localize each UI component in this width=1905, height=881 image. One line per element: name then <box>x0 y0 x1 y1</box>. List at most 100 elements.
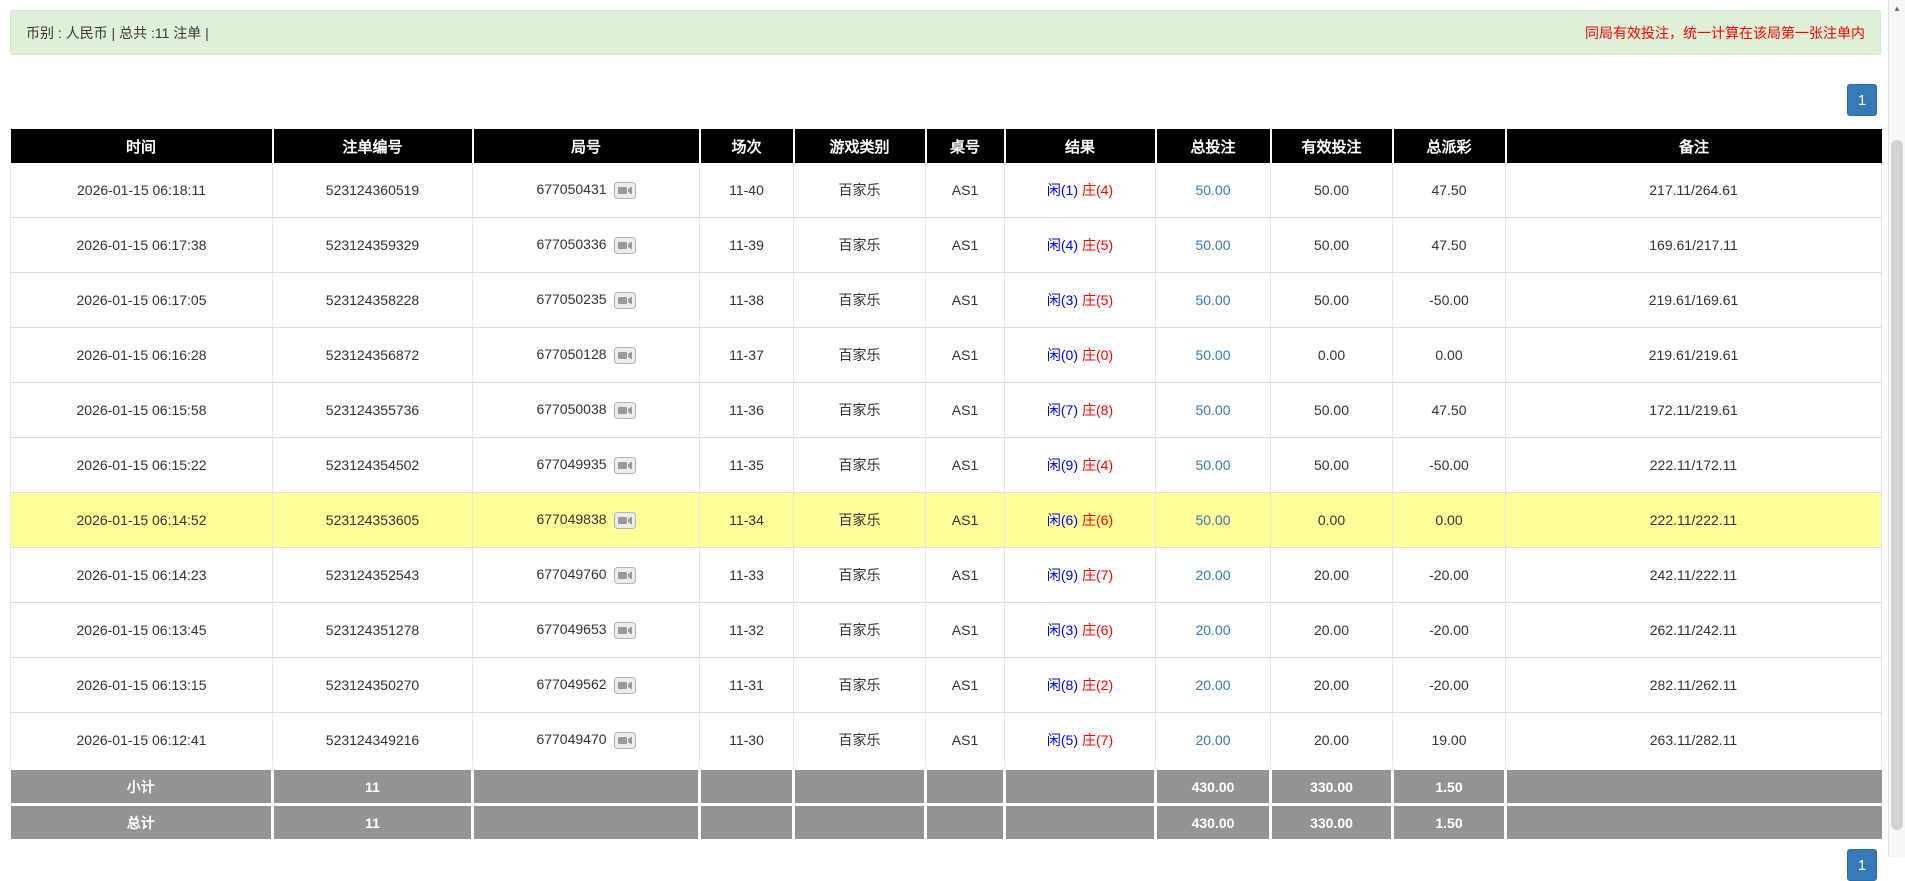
cell-game-type: 百家乐 <box>793 547 926 603</box>
total-bet-link[interactable]: 20.00 <box>1195 732 1230 748</box>
total-bet-link[interactable]: 50.00 <box>1195 292 1230 308</box>
round-number-text: 677049935 <box>536 456 607 473</box>
cell-remark: 263.11/282.11 <box>1505 712 1882 769</box>
result-banker: 庄(5) <box>1082 292 1114 308</box>
table-row[interactable]: 2026-01-15 06:13:45 523124351278 6770496… <box>10 602 1882 658</box>
cell-total-bet: 50.00 <box>1155 382 1271 438</box>
total-bet-link[interactable]: 20.00 <box>1195 677 1230 693</box>
table-row[interactable]: 2026-01-15 06:15:58 523124355736 6770500… <box>10 382 1882 438</box>
cell-round-number: 677050128 <box>472 327 700 383</box>
pagination-page-button-bottom[interactable]: 1 <box>1847 849 1877 881</box>
cell-table-number: AS1 <box>925 272 1005 328</box>
cell-session: 11-39 <box>699 217 794 273</box>
result-banker: 庄(2) <box>1082 677 1114 693</box>
cell-bet-number: 523124355736 <box>272 382 473 438</box>
round-number-text: 677049470 <box>536 731 607 748</box>
total-bet-link[interactable]: 20.00 <box>1195 567 1230 583</box>
video-icon[interactable] <box>613 511 636 529</box>
cell-session: 11-31 <box>699 657 794 713</box>
video-icon[interactable] <box>613 346 636 364</box>
total-bet-link[interactable]: 50.00 <box>1195 182 1230 198</box>
result-player: 闲(3) <box>1046 622 1078 638</box>
video-icon[interactable] <box>613 456 636 474</box>
total-bet-link[interactable]: 50.00 <box>1195 347 1230 363</box>
cell-time: 2026-01-15 06:13:45 <box>10 602 273 658</box>
cell-remark: 222.11/172.11 <box>1505 437 1882 493</box>
column-header: 结果 <box>1004 129 1157 163</box>
cell-table-number: AS1 <box>925 437 1005 493</box>
video-icon[interactable] <box>613 181 636 199</box>
total-bet-link[interactable]: 20.00 <box>1195 622 1230 638</box>
video-icon[interactable] <box>613 676 636 694</box>
subtotal-valid-bet: 330.00 <box>1270 767 1394 805</box>
empty-cell <box>1505 803 1882 839</box>
total-total-bet: 430.00 <box>1155 803 1272 839</box>
video-icon[interactable] <box>613 731 636 749</box>
table-row[interactable]: 2026-01-15 06:16:28 523124356872 6770501… <box>10 327 1882 383</box>
video-icon[interactable] <box>613 291 636 309</box>
cell-time: 2026-01-15 06:15:22 <box>10 437 273 493</box>
cell-remark: 222.11/222.11 <box>1505 492 1882 548</box>
cell-result: 闲(3) 庄(6) <box>1004 602 1156 658</box>
cell-session: 11-34 <box>699 492 794 548</box>
round-number-text: 677049838 <box>536 511 607 528</box>
column-header: 游戏类别 <box>793 129 927 163</box>
result-player: 闲(5) <box>1046 732 1078 748</box>
total-bet-link[interactable]: 50.00 <box>1195 512 1230 528</box>
cell-valid-bet: 50.00 <box>1270 437 1393 493</box>
cell-round-number: 677049653 <box>472 602 700 658</box>
alert-warning-text: 同局有效投注，统一计算在该局第一张注单内 <box>1585 24 1865 41</box>
table-row[interactable]: 2026-01-15 06:18:11 523124360519 6770504… <box>10 163 1882 218</box>
cell-game-type: 百家乐 <box>793 272 926 328</box>
scroll-up-icon[interactable]: ▲ <box>1889 0 1905 16</box>
cell-round-number: 677049562 <box>472 657 700 713</box>
table-row[interactable]: 2026-01-15 06:12:41 523124349216 6770494… <box>10 712 1882 769</box>
cell-valid-bet: 20.00 <box>1270 602 1393 658</box>
cell-remark: 262.11/242.11 <box>1505 602 1882 658</box>
cell-result: 闲(4) 庄(5) <box>1004 217 1156 273</box>
table-row[interactable]: 2026-01-15 06:17:05 523124358228 6770502… <box>10 272 1882 328</box>
subtotal-total-bet: 430.00 <box>1155 767 1272 805</box>
cell-round-number: 677049838 <box>472 492 700 548</box>
table-row[interactable]: 2026-01-15 06:17:38 523124359329 6770503… <box>10 217 1882 273</box>
cell-time: 2026-01-15 06:17:38 <box>10 217 273 273</box>
cell-total-bet: 50.00 <box>1155 272 1271 328</box>
cell-round-number: 677049760 <box>472 547 700 603</box>
total-bet-link[interactable]: 50.00 <box>1195 402 1230 418</box>
cell-total-bet: 20.00 <box>1155 602 1271 658</box>
total-bet-link[interactable]: 50.00 <box>1195 237 1230 253</box>
total-label: 总计 <box>10 803 274 839</box>
column-header: 有效投注 <box>1270 129 1394 163</box>
cell-time: 2026-01-15 06:16:28 <box>10 327 273 383</box>
cell-game-type: 百家乐 <box>793 657 926 713</box>
cell-result: 闲(8) 庄(2) <box>1004 657 1156 713</box>
scrollbar-thumb[interactable] <box>1891 140 1903 830</box>
bets-table: 时间 注单编号 局号 场次 游戏类别 桌号 结果 总投注 有效投注 总派彩 备注 2026-01-1… <box>10 129 1882 839</box>
result-player: 闲(0) <box>1046 347 1078 363</box>
empty-cell <box>1004 767 1157 805</box>
video-icon[interactable] <box>613 621 636 639</box>
cell-table-number: AS1 <box>925 382 1005 438</box>
vertical-scrollbar[interactable]: ▲ <box>1888 0 1905 857</box>
table-row[interactable]: 2026-01-15 06:15:22 523124354502 6770499… <box>10 437 1882 493</box>
table-row[interactable]: 2026-01-15 06:14:52 523124353605 6770498… <box>10 492 1882 548</box>
cell-bet-number: 523124356872 <box>272 327 473 383</box>
cell-time: 2026-01-15 06:17:05 <box>10 272 273 328</box>
cell-game-type: 百家乐 <box>793 163 926 218</box>
cell-valid-bet: 20.00 <box>1270 712 1393 769</box>
column-header: 场次 <box>699 129 795 163</box>
cell-round-number: 677050038 <box>472 382 700 438</box>
table-row[interactable]: 2026-01-15 06:13:15 523124350270 6770495… <box>10 657 1882 713</box>
total-bet-link[interactable]: 50.00 <box>1195 457 1230 473</box>
table-row[interactable]: 2026-01-15 06:14:23 523124352543 6770497… <box>10 547 1882 603</box>
cell-table-number: AS1 <box>925 327 1005 383</box>
video-icon[interactable] <box>613 236 636 254</box>
column-header: 时间 <box>10 129 274 163</box>
video-icon[interactable] <box>613 566 636 584</box>
cell-result: 闲(1) 庄(4) <box>1004 163 1156 218</box>
pagination-page-button-top[interactable]: 1 <box>1847 84 1877 116</box>
cell-remark: 219.61/169.61 <box>1505 272 1882 328</box>
video-icon[interactable] <box>613 401 636 419</box>
cell-payout: -20.00 <box>1392 657 1506 713</box>
cell-time: 2026-01-15 06:15:58 <box>10 382 273 438</box>
